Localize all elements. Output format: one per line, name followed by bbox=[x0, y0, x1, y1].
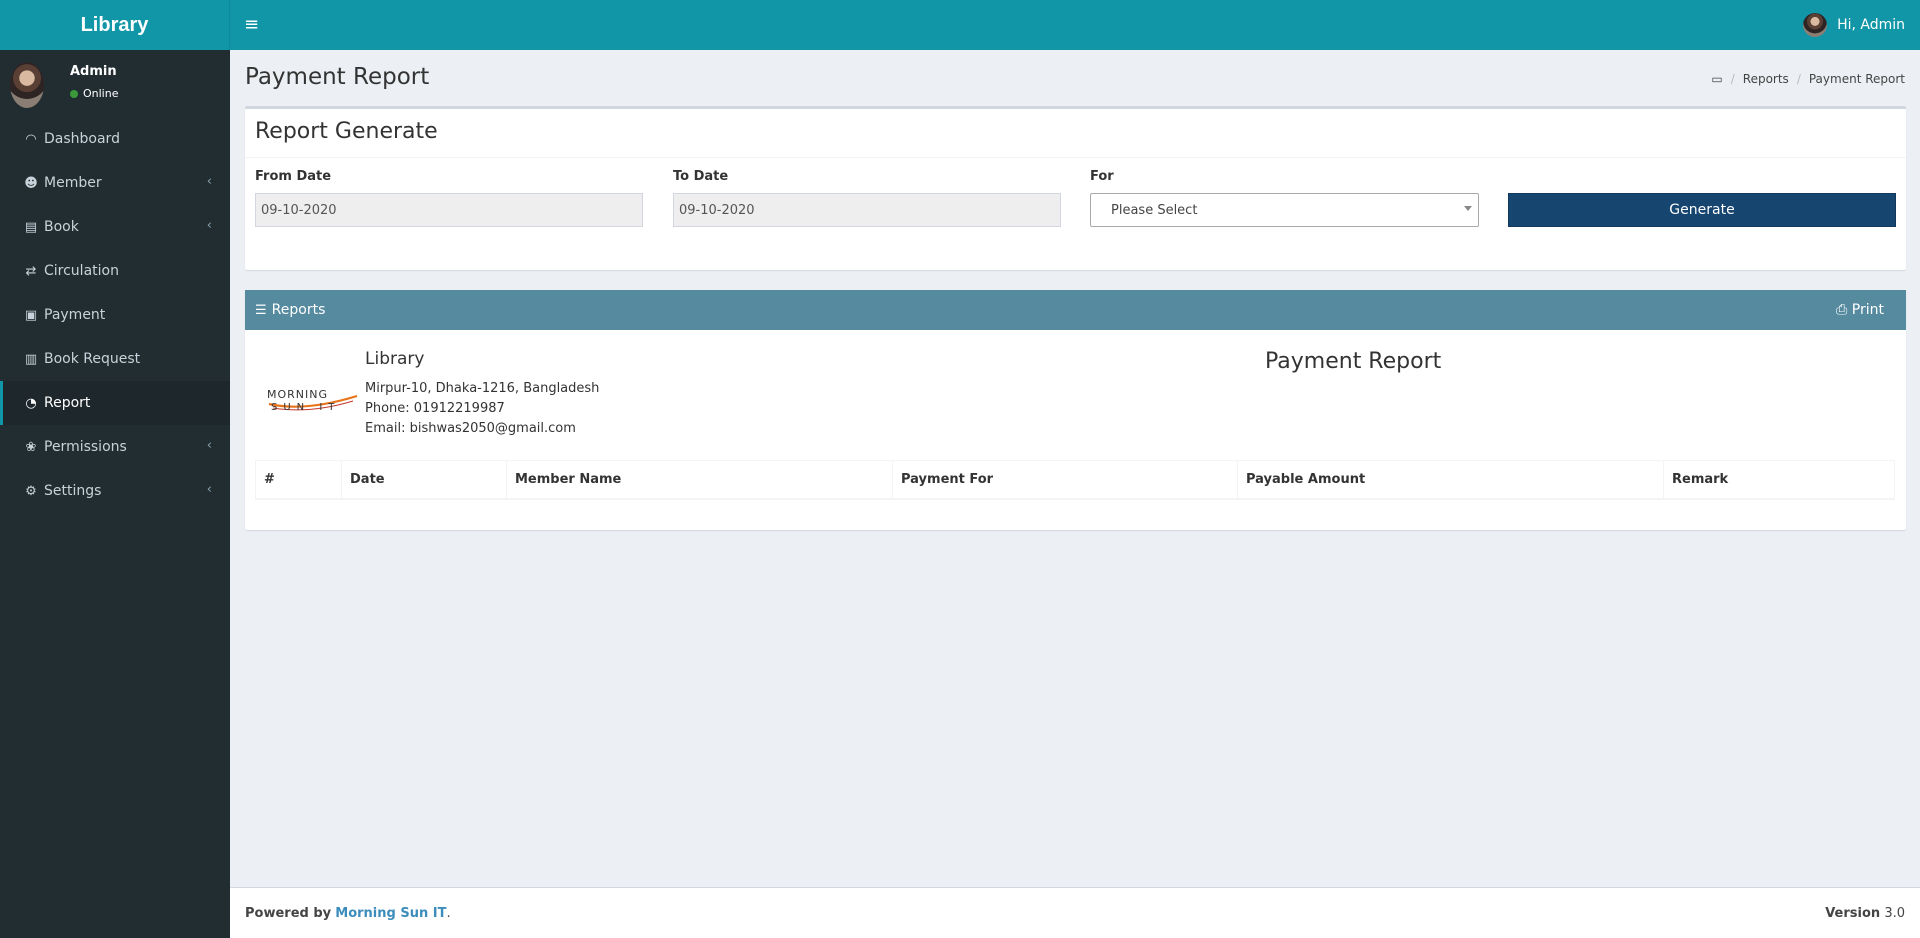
footer-period: . bbox=[446, 905, 451, 921]
report-generate-box: Report Generate From Date 09-10-2020 To … bbox=[245, 106, 1906, 270]
sidebar-item-label: Permissions bbox=[44, 439, 127, 455]
dashboard-icon: ◠ bbox=[25, 131, 37, 147]
chevron-left-icon: ‹ bbox=[206, 482, 212, 497]
brand-logo[interactable]: Library bbox=[0, 0, 230, 50]
breadcrumb-home-laptop-icon[interactable]: ▭ bbox=[1711, 72, 1722, 86]
footer-version-label: Version bbox=[1825, 905, 1881, 921]
reports-box: ☰ Reports ⎙ Print MORNING SUN IT Library… bbox=[245, 290, 1906, 530]
column-header-member-name: Member Name bbox=[506, 460, 893, 500]
sidebar-item-book-request[interactable]: ▥ Book Request bbox=[0, 337, 230, 381]
footer-version-value: 3.0 bbox=[1884, 905, 1905, 921]
to-date-label: To Date bbox=[673, 169, 729, 184]
to-date-input[interactable]: 09-10-2020 bbox=[673, 193, 1061, 227]
chevron-left-icon: ‹ bbox=[206, 174, 212, 189]
footer-company-link[interactable]: Morning Sun IT bbox=[335, 906, 446, 921]
sidebar: Library Admin Online ◠ Dashboard ☻ Member ‹ ▤… bbox=[0, 0, 230, 938]
table-header-row: # Date Member Name Payment For Payable A… bbox=[255, 460, 1895, 500]
breadcrumb-current: Payment Report bbox=[1808, 72, 1905, 86]
pie-chart-icon: ◔ bbox=[25, 395, 37, 411]
list-icon: ☰ bbox=[255, 302, 267, 318]
users-icon: ☻ bbox=[24, 175, 38, 191]
library-address: Mirpur-10, Dhaka-1216, Bangladesh bbox=[365, 381, 600, 396]
sidebar-item-label: Payment bbox=[44, 307, 106, 323]
chevron-left-icon: ‹ bbox=[206, 438, 212, 453]
sidebar-toggle-hamburger-icon[interactable]: ≡ bbox=[244, 14, 259, 35]
library-name: Library bbox=[365, 349, 425, 369]
sidebar-item-settings[interactable]: ⚙ Settings ‹ bbox=[0, 469, 230, 513]
user-name: Admin bbox=[70, 64, 117, 79]
sidebar-item-label: Settings bbox=[44, 483, 102, 499]
library-phone: Phone: 01912219987 bbox=[365, 401, 505, 416]
breadcrumb: ▭ / Reports / Payment Report bbox=[1711, 72, 1905, 86]
sidebar-item-label: Dashboard bbox=[44, 131, 120, 147]
sidebar-item-permissions[interactable]: ❀ Permissions ‹ bbox=[0, 425, 230, 469]
footer-version: Version 3.0 bbox=[1825, 906, 1905, 921]
sidebar-item-label: Circulation bbox=[44, 263, 119, 279]
sidebar-menu: ◠ Dashboard ☻ Member ‹ ▤ Book ‹ ⇄ Circulation ▣ Pay… bbox=[0, 117, 230, 513]
for-select-value: Please Select bbox=[1111, 202, 1198, 218]
sidebar-item-dashboard[interactable]: ◠ Dashboard bbox=[0, 117, 230, 161]
money-icon: ▣ bbox=[24, 307, 38, 323]
sidebar-item-book[interactable]: ▤ Book ‹ bbox=[0, 205, 230, 249]
paw-icon: ❀ bbox=[25, 439, 37, 455]
sidebar-item-member[interactable]: ☻ Member ‹ bbox=[0, 161, 230, 205]
logo-text-top: MORNING bbox=[267, 388, 328, 401]
library-email: Email: bishwas2050@gmail.com bbox=[365, 421, 576, 436]
print-icon: ⎙ bbox=[1836, 302, 1848, 318]
user-avatar bbox=[10, 62, 44, 108]
user-status-label: Online bbox=[83, 87, 119, 100]
print-label: Print bbox=[1851, 302, 1884, 318]
user-status: Online bbox=[70, 87, 118, 100]
column-header-payable-amount: Payable Amount bbox=[1237, 460, 1664, 500]
print-button[interactable]: ⎙ Print bbox=[1836, 302, 1884, 318]
refresh-icon: ⇄ bbox=[25, 263, 37, 279]
sidebar-item-label: Report bbox=[44, 395, 91, 411]
top-navbar: ≡ Hi, Admin bbox=[230, 0, 1920, 50]
footer: Powered by Morning Sun IT. Version 3.0 bbox=[230, 887, 1920, 938]
report-generate-title: Report Generate bbox=[245, 109, 1906, 158]
user-menu-toggle[interactable]: Hi, Admin bbox=[1803, 13, 1905, 37]
user-panel: Admin Online bbox=[0, 50, 230, 117]
user-avatar-small bbox=[1803, 13, 1828, 37]
gears-icon: ⚙ bbox=[25, 483, 37, 499]
book-icon: ▤ bbox=[24, 219, 38, 235]
column-header-payment-for: Payment For bbox=[892, 460, 1238, 500]
dropdown-caret-icon bbox=[1464, 206, 1472, 211]
sidebar-item-label: Member bbox=[44, 175, 102, 191]
sidebar-item-report[interactable]: ◔ Report bbox=[0, 381, 230, 425]
report-title: Payment Report bbox=[1265, 349, 1442, 374]
online-status-dot-icon bbox=[70, 89, 78, 98]
footer-powered-by: Powered by bbox=[245, 905, 332, 921]
chevron-left-icon: ‹ bbox=[206, 218, 212, 233]
user-greeting: Hi, Admin bbox=[1837, 17, 1905, 33]
sidebar-item-circulation[interactable]: ⇄ Circulation bbox=[0, 249, 230, 293]
sidebar-item-payment[interactable]: ▣ Payment bbox=[0, 293, 230, 337]
for-select[interactable]: Please Select bbox=[1090, 193, 1479, 227]
page-title: Payment Report bbox=[245, 64, 430, 90]
column-header-date: Date bbox=[341, 460, 507, 500]
column-header-number: # bbox=[255, 460, 342, 500]
sidebar-item-label: Book Request bbox=[44, 351, 141, 367]
for-label: For bbox=[1090, 169, 1114, 184]
reports-header-label: Reports bbox=[271, 302, 326, 318]
breadcrumb-reports-link[interactable]: Reports bbox=[1743, 72, 1789, 86]
reports-header: ☰ Reports ⎙ Print bbox=[245, 290, 1906, 330]
generate-button[interactable]: Generate bbox=[1508, 193, 1896, 227]
column-header-remark: Remark bbox=[1663, 460, 1895, 500]
from-date-label: From Date bbox=[255, 169, 332, 184]
from-date-input[interactable]: 09-10-2020 bbox=[255, 193, 643, 227]
sidebar-item-label: Book bbox=[44, 219, 79, 235]
book-request-icon: ▥ bbox=[24, 351, 38, 367]
logo-text-bottom: SUN IT bbox=[271, 402, 340, 413]
payment-report-table: # Date Member Name Payment For Payable A… bbox=[255, 460, 1895, 500]
morning-sun-it-logo: MORNING SUN IT bbox=[267, 388, 358, 413]
